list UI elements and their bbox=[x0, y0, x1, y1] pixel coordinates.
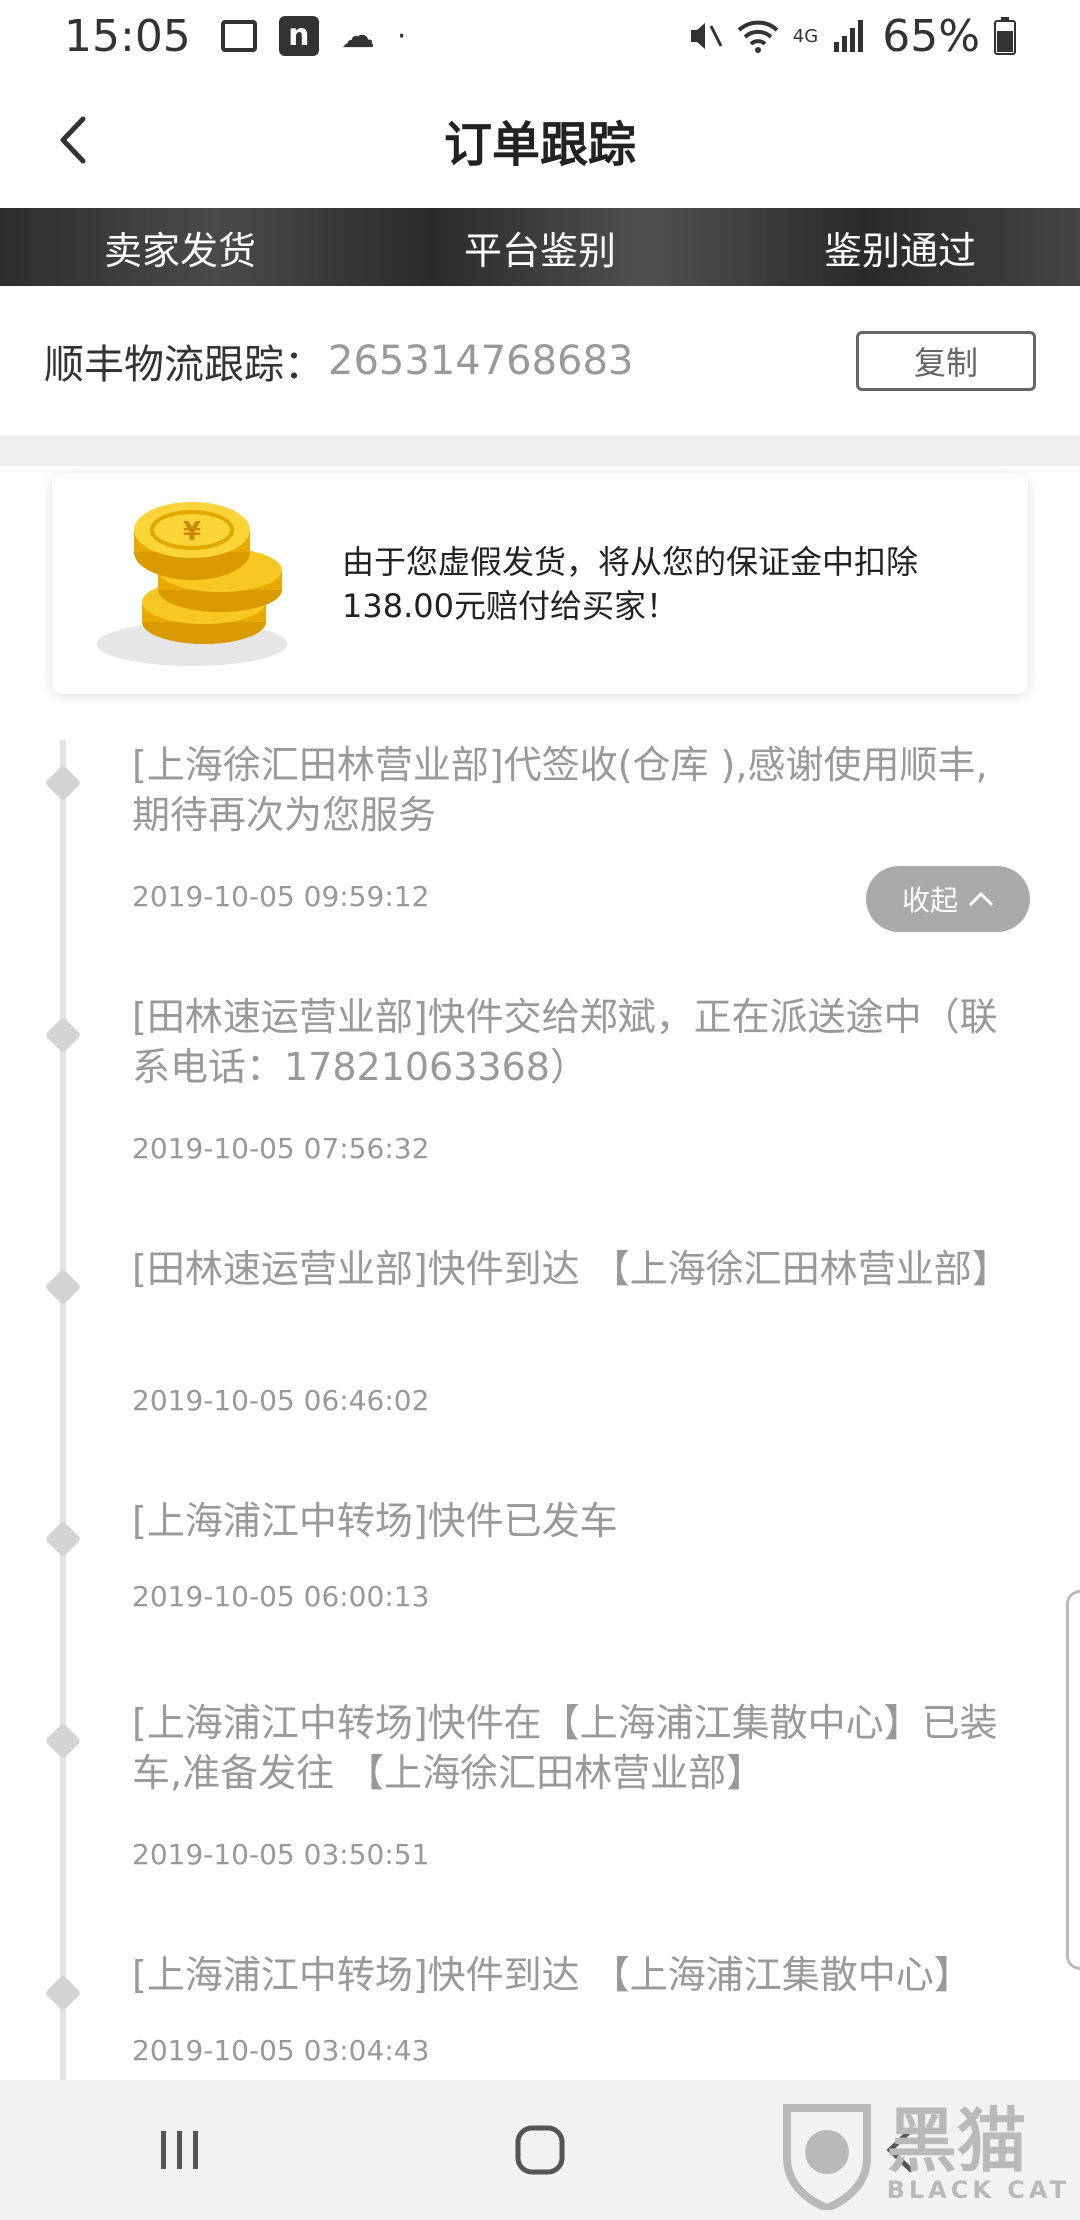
tracking-number: 265314768683 bbox=[328, 338, 634, 384]
gallery-icon bbox=[220, 20, 257, 52]
more-notifications-icon: · bbox=[396, 18, 407, 54]
timeline-time: 2019-10-05 03:50:51 bbox=[132, 1838, 430, 1871]
page-title: 订单跟踪 bbox=[443, 117, 636, 173]
timeline-text: [上海浦江中转场]快件在【上海浦江集散中心】已装车,准备发往 【上海徐汇田林营业… bbox=[132, 1701, 998, 1795]
svg-text:¥: ¥ bbox=[183, 517, 201, 547]
logistics-tracking-row: 顺丰物流跟踪： 265314768683 复制 bbox=[0, 286, 1080, 436]
timeline-line bbox=[60, 740, 66, 2080]
logistics-label: 顺丰物流跟踪： bbox=[44, 342, 324, 388]
back-button[interactable] bbox=[40, 108, 104, 172]
collapse-label: 收起 bbox=[901, 884, 958, 917]
penalty-notice-text: 由于您虚假发货，将从您的保证金中扣除 138.00元赔付给买家！ bbox=[342, 540, 982, 628]
copy-button[interactable]: 复制 bbox=[856, 331, 1036, 391]
battery-icon bbox=[994, 17, 1016, 55]
section-divider bbox=[0, 436, 1080, 466]
notice-line-2: 138.00元赔付给买家！ bbox=[342, 587, 678, 625]
timeline-time: 2019-10-05 07:56:32 bbox=[132, 1132, 430, 1165]
wifi-icon bbox=[737, 20, 779, 53]
watermark: 黑猫 BLACK CAT bbox=[777, 2100, 1070, 2210]
tracking-timeline: [上海徐汇田林营业部]代签收(仓库 ),感谢使用顺丰,期待再次为您服务 2019… bbox=[0, 740, 1080, 2080]
status-bar: 15:05 n ☁ · 4G 65% bbox=[0, 0, 1080, 72]
nav-bar: 订单跟踪 bbox=[0, 72, 1080, 208]
timeline-dot bbox=[44, 1974, 82, 2012]
battery-percent: 65% bbox=[882, 10, 980, 62]
progress-steps-banner: 卖家发货 平台鉴别 鉴别通过 bbox=[0, 208, 1080, 286]
watermark-subtitle: BLACK CAT bbox=[886, 2176, 1070, 2204]
step-platform-check: 平台鉴别 bbox=[463, 228, 616, 273]
network-type: 4G bbox=[792, 25, 819, 47]
penalty-notice-card: ¥ 由于您虚假发货，将从您的保证金中扣除 138.00元赔付给买家！ bbox=[52, 474, 1028, 694]
timeline-time: 2019-10-05 06:00:13 bbox=[132, 1580, 430, 1613]
timeline-text: [田林速运营业部]快件交给郑斌，正在派送途中（联系电话：17821063368） bbox=[132, 995, 998, 1089]
step-check-passed: 鉴别通过 bbox=[823, 228, 976, 273]
home-icon bbox=[515, 2125, 565, 2175]
signal-icon bbox=[834, 20, 864, 52]
step-seller-ship: 卖家发货 bbox=[103, 228, 256, 273]
timeline-dot bbox=[44, 1520, 82, 1558]
notice-line-1: 由于您虚假发货，将从您的保证金中扣除 bbox=[342, 543, 919, 581]
timeline-time: 2019-10-05 06:46:02 bbox=[132, 1384, 430, 1417]
chevron-up-icon bbox=[968, 891, 994, 907]
home-button[interactable] bbox=[510, 2120, 570, 2180]
status-time: 15:05 bbox=[64, 10, 191, 62]
mute-icon bbox=[690, 23, 723, 49]
recent-apps-icon bbox=[161, 2131, 198, 2169]
timeline-dot bbox=[44, 1268, 82, 1306]
app-n-icon: n bbox=[278, 16, 319, 56]
timeline-time: 2019-10-05 09:59:12 bbox=[132, 880, 430, 913]
cat-shield-logo-icon bbox=[782, 2104, 871, 2210]
coins-icon: ¥ bbox=[92, 494, 312, 674]
timeline-text: [田林速运营业部]快件到达 【上海徐汇田林营业部】 bbox=[132, 1247, 1010, 1291]
edge-panel-handle[interactable] bbox=[1066, 1590, 1080, 1970]
recent-apps-button[interactable] bbox=[150, 2120, 210, 2180]
timeline-text: [上海徐汇田林营业部]代签收(仓库 ),感谢使用顺丰,期待再次为您服务 bbox=[132, 743, 988, 837]
timeline-dot bbox=[44, 764, 82, 802]
wechat-icon: ☁ bbox=[340, 16, 375, 56]
timeline-dot bbox=[44, 1722, 82, 1760]
timeline-text: [上海浦江中转场]快件已发车 bbox=[132, 1499, 618, 1543]
timeline-dot bbox=[44, 1016, 82, 1054]
timeline-text: [上海浦江中转场]快件到达 【上海浦江集散中心】 bbox=[132, 1953, 972, 1997]
chevron-left-icon bbox=[60, 116, 86, 164]
collapse-button[interactable]: 收起 bbox=[866, 866, 1030, 932]
watermark-title: 黑猫 bbox=[886, 2100, 1027, 2182]
timeline-time: 2019-10-05 03:04:43 bbox=[132, 2034, 430, 2067]
